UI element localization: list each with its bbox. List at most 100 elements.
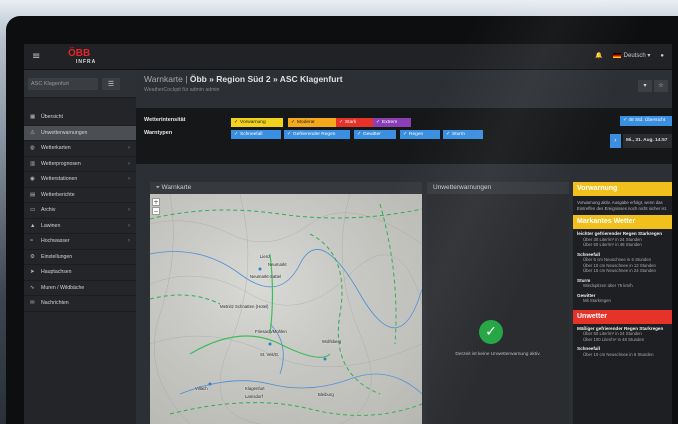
page-title: Warnkarte | Öbb » Region Süd 2 » ASC Kla…: [144, 74, 343, 84]
warning-icon: ⚠: [30, 129, 35, 136]
sidebar-item-unwetterwarnungen[interactable]: ⚠ Unwetterwarnungen: [24, 125, 136, 141]
vorwarnung-text: Vorwarnung aktiv. Ausgabe erfolgt, wenn …: [577, 200, 667, 211]
map-view[interactable]: + − Lienz Neumarkt Neumarkt-Sattel Metnitz S…: [150, 194, 422, 424]
chevron-right-icon[interactable]: ›: [610, 134, 621, 148]
map-label: Lienz: [260, 254, 271, 259]
unwetter-title: Unwetterwarnungen: [427, 182, 569, 194]
type-chip-regen[interactable]: ✓ Regen: [400, 130, 440, 139]
type-chip-gewitter[interactable]: ✓ Gewitter: [354, 130, 396, 139]
sidebar-item-wetterprognosen[interactable]: ▥ Wetterprognosen ›: [24, 157, 136, 172]
folder-icon: ▭: [30, 207, 36, 214]
markantes-wetter-header: Markantes Wetter: [573, 215, 672, 229]
warning-line: Mit Starkregen: [583, 298, 611, 303]
map-label: Neumarkt-Sattel: [250, 274, 282, 279]
list-icon[interactable]: ☰: [102, 78, 120, 90]
map-label: Neumarkt: [268, 262, 287, 267]
sidebar-item-nachrichten[interactable]: ✉ Nachrichten: [24, 296, 136, 312]
route-icon: ➤: [30, 269, 35, 276]
user-icon[interactable]: ●: [660, 53, 664, 59]
sidebar-item-übersicht[interactable]: ▦ Übersicht: [24, 110, 136, 126]
warning-section: Schneefall Über 10 cm Neuschnee in 6 Stun…: [573, 344, 672, 359]
chevron-right-icon: ›: [128, 222, 130, 229]
map-label: Friesach/Mühlen: [255, 329, 287, 334]
zoom-in-button[interactable]: +: [152, 198, 160, 206]
warning-section: leichter gefrierender Regen Starkregen Üb…: [573, 229, 672, 250]
top-bar: ≡ ÖBB INFRA 🔔 Deutsch ▾ ●: [24, 44, 672, 70]
chevron-right-icon: ›: [128, 176, 130, 183]
star-icon[interactable]: ☆: [654, 80, 668, 92]
laptop-frame: ≡ ÖBB INFRA 🔔 Deutsch ▾ ● ASC Klagenfurt …: [6, 16, 678, 424]
zoom-out-button[interactable]: −: [152, 207, 160, 215]
intensity-chip-extrem[interactable]: ✓ Extrem: [373, 118, 411, 127]
dropdown-button[interactable]: ▾: [638, 80, 652, 92]
gear-icon: ⚙: [30, 253, 35, 260]
overview-48h-button[interactable]: ✓ 48 Std. Übersicht: [620, 116, 672, 126]
sidebar-nav: ▦ Übersicht ⚠ Unwetterwarnungen ◍ Wetterkarte…: [24, 110, 136, 312]
map-label: St. Veit/G.: [260, 352, 280, 357]
warning-section: Mäßiger gefrierender Regen Starkregen Übe…: [573, 324, 672, 345]
vorwarnung-header: Vorwarnung: [573, 182, 672, 196]
check-icon: ✓: [479, 320, 503, 344]
sidebar-item-muren-wildbäche[interactable]: ∿ Muren / Wildbäche: [24, 281, 136, 296]
warning-line: Über 15 cm Neuschnee in 24 Stunden: [583, 268, 656, 273]
type-chip-sturm[interactable]: ✓ Sturm: [443, 130, 483, 139]
chevron-right-icon: ›: [128, 160, 130, 167]
grid-icon: ▦: [30, 114, 36, 121]
warning-line: Über 100 Liter/m² in 48 Stunden: [583, 336, 645, 342]
map-label: Klagenfurt: [245, 386, 265, 391]
station-icon: ◉: [30, 176, 35, 183]
types-label: Warntypen: [144, 130, 173, 136]
language-select[interactable]: Deutsch ▾: [612, 52, 650, 59]
sidebar-item-label: Lawinen: [41, 222, 61, 229]
sidebar-item-label: Übersicht: [41, 114, 63, 121]
sidebar-item-label: Wetterstationen: [41, 176, 78, 183]
flood-icon: ≈: [30, 238, 34, 245]
sidebar-item-einstellungen[interactable]: ⚙ Einstellungen: [24, 250, 136, 265]
chevron-right-icon: ›: [128, 238, 130, 245]
sidebar-item-archiv[interactable]: ▭ Archiv ›: [24, 203, 136, 219]
type-chip-gefrierender-regen[interactable]: ✓ Gefrierender Regen: [284, 130, 350, 139]
menu-icon[interactable]: ≡: [32, 51, 40, 62]
app-screen: ≡ ÖBB INFRA 🔔 Deutsch ▾ ● ASC Klagenfurt …: [24, 44, 672, 424]
type-chip-schneefall[interactable]: ✓ Schneefall: [231, 130, 281, 139]
date-display: Mi., 31. Aug. 14:57: [623, 134, 672, 148]
avalanche-icon: ▲: [30, 222, 36, 229]
river-icon: ∿: [30, 284, 35, 291]
warning-section: Sturm Windspitzen über 75 km/h: [573, 276, 672, 291]
no-warning-message: Derzeit ist keine Unwetterwarnung aktiv.: [455, 352, 541, 357]
bell-icon[interactable]: 🔔: [595, 52, 602, 59]
page-subtitle: WeatherCockpit für admin admin: [144, 87, 220, 93]
sidebar-item-wetterstationen[interactable]: ◉ Wetterstationen ›: [24, 172, 136, 188]
location-input[interactable]: ASC Klagenfurt: [28, 78, 98, 90]
map-label: Villach: [195, 386, 208, 391]
sidebar-item-hochwasser[interactable]: ≈ Hochwasser ›: [24, 234, 136, 250]
intensity-chip-vorwarnung[interactable]: ✓ Vorwarnung: [231, 118, 283, 127]
main-area: Warnkarte | Öbb » Region Süd 2 » ASC Kla…: [136, 70, 672, 424]
sidebar-item-wetterberichte[interactable]: ▤ Wetterberichte: [24, 188, 136, 203]
sidebar-item-label: Muren / Wildbäche: [41, 284, 85, 291]
warning-line: Über 60 Liter/m² in 48 Stunden: [583, 242, 642, 247]
sidebar-item-lawinen[interactable]: ▲ Lawinen ›: [24, 219, 136, 234]
sidebar-item-label: Wetterberichte: [41, 191, 75, 198]
logo[interactable]: ÖBB INFRA: [68, 49, 96, 67]
sidebar-item-hauptachsen[interactable]: ➤ Hauptachsen: [24, 265, 136, 281]
flag-icon: [612, 52, 621, 58]
unwetterwarnungen-panel: Unwetterwarnungen ✓ Derzeit ist keine Un…: [427, 182, 569, 424]
intensity-label: Wetterintensität: [144, 117, 186, 123]
message-icon: ✉: [30, 300, 35, 307]
warning-line: Windspitzen über 75 km/h: [583, 283, 633, 288]
sidebar-item-label: Nachrichten: [41, 300, 69, 307]
filter-panel: Wetterintensität Warntypen ✓ Vorwarnung ✓ M…: [136, 108, 672, 164]
map-title: ⌖ Warnkarte: [150, 182, 422, 194]
map-label: Metnitz Schnatten (Hotel): [220, 304, 269, 309]
chart-icon: ▥: [30, 160, 36, 167]
intensity-chip-stark[interactable]: ✓ Stark: [336, 118, 374, 127]
map-label: Bleiburg: [318, 392, 334, 397]
sidebar-item-wetterkarten[interactable]: ◍ Wetterkarten ›: [24, 141, 136, 157]
sidebar-item-label: Wetterkarten: [41, 145, 71, 152]
document-icon: ▤: [30, 191, 36, 198]
intensity-chip-moderat[interactable]: ✓ Moderat: [288, 118, 340, 127]
warning-line: Über 10 cm Neuschnee in 6 Stunden: [583, 351, 654, 357]
warning-section-title: leichter gefrierender Regen Starkregen: [577, 231, 663, 236]
map-label: Wolfsberg: [322, 339, 342, 344]
